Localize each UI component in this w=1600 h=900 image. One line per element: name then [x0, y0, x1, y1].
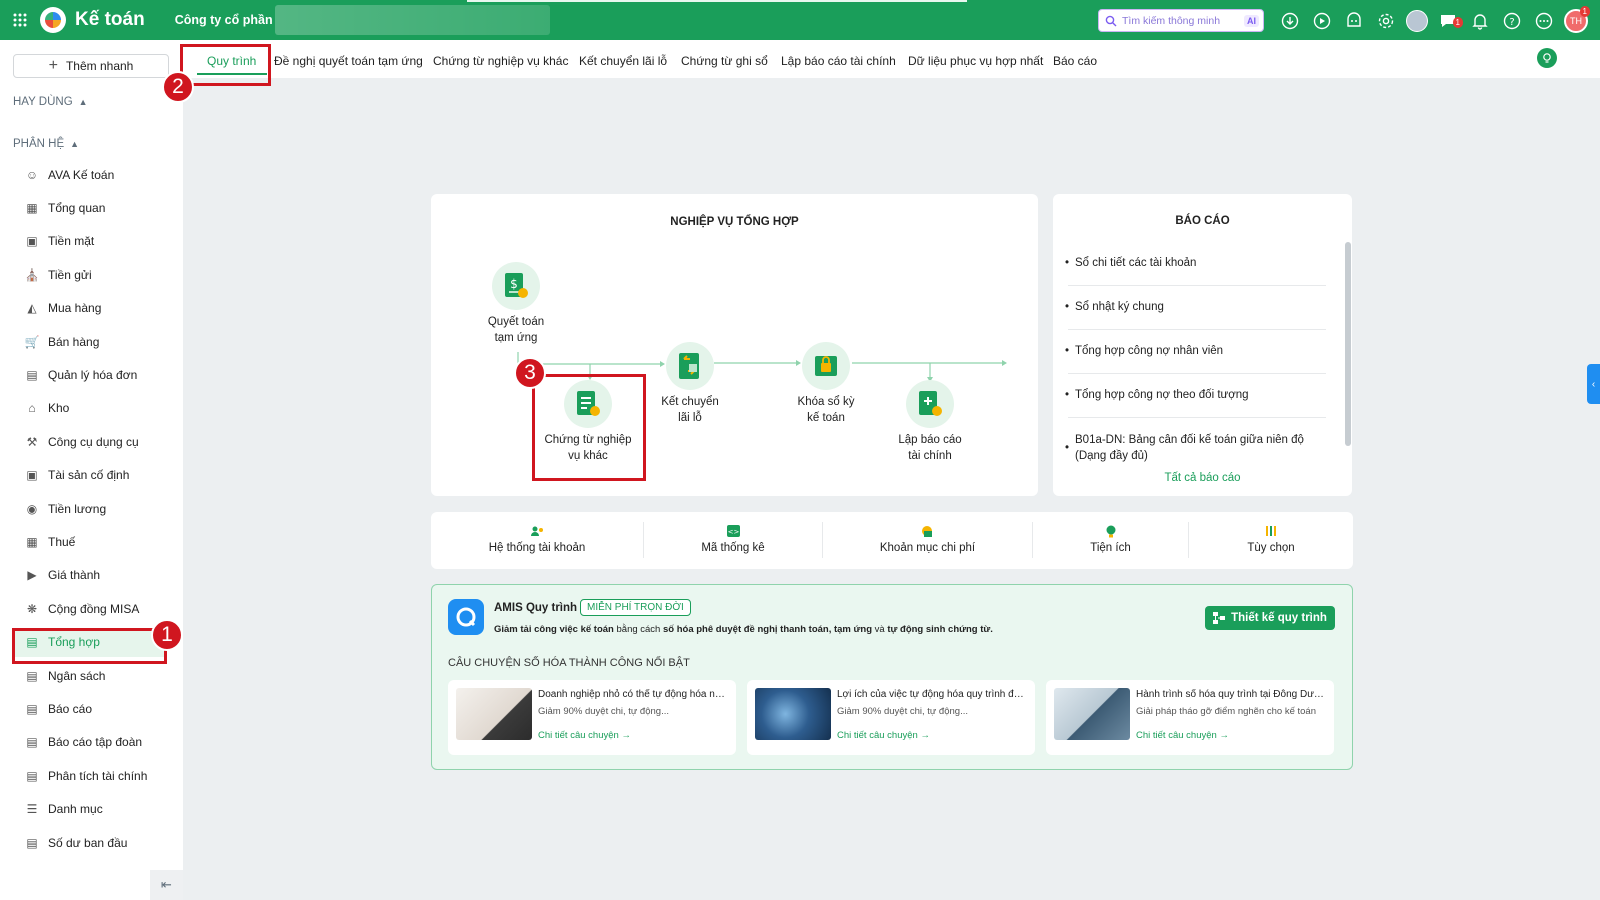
report-item-label: B01a-DN: Bảng cân đối kế toán giữa niên …	[1075, 434, 1304, 462]
stat-code-icon: <>	[726, 524, 740, 538]
settle-advance-doc-icon: $	[492, 262, 540, 310]
free-forever-badge: MIỄN PHÍ TRỌN ĐỜI	[580, 599, 691, 616]
divider	[1068, 329, 1326, 330]
utility-options[interactable]: Tùy chọn	[1189, 510, 1353, 570]
all-reports-link[interactable]: Tất cả báo cáo	[1053, 472, 1352, 484]
story-desc: Giảm 90% duyệt chi, tự động...	[837, 706, 968, 717]
promo-desc-text-1: bằng cách	[613, 624, 663, 635]
lock-book-icon	[802, 342, 850, 390]
utility-label: Khoản mục chi phí	[879, 542, 976, 554]
story-card[interactable]: Doanh nghiệp nhỏ có thể tự động hóa nhữ.…	[448, 680, 736, 755]
story-link-label: Chi tiết câu chuyện	[837, 730, 918, 741]
utility-label: Tiện ích	[1090, 542, 1131, 554]
story-link[interactable]: Chi tiết câu chuyện →	[538, 730, 631, 741]
annotation-box-2	[180, 44, 271, 86]
report-item-label: Tổng hợp công nợ nhân viên	[1075, 345, 1224, 357]
annotation-step-2: 2	[162, 71, 194, 103]
report-item[interactable]: • Tổng hợp công nợ nhân viên	[1065, 345, 1330, 357]
expand-right-panel-handle[interactable]: ‹	[1587, 364, 1600, 404]
story-title: Lợi ích của việc tự động hóa quy trình đ…	[837, 689, 1029, 700]
divider	[1068, 417, 1326, 418]
promo-description: Giảm tải công việc kế toán bằng cách số …	[494, 624, 993, 635]
divider	[1068, 373, 1326, 374]
node-financial-report-label: Lập báo cáo tài chính	[898, 434, 962, 462]
design-workflow-label: Thiết kế quy trình	[1231, 612, 1327, 624]
report-item-label: Tổng hợp công nợ theo đối tượng	[1075, 389, 1249, 401]
story-link[interactable]: Chi tiết câu chuyện →	[1136, 730, 1229, 741]
reports-title: BÁO CÁO	[1175, 215, 1230, 227]
node-settle-advance[interactable]: $ Quyết toán tạm ứng	[486, 262, 546, 346]
node-transfer-pl[interactable]: Kết chuyển lãi lỗ	[654, 342, 726, 426]
annotation-box-1	[12, 628, 167, 664]
story-thumbnail	[1054, 688, 1130, 740]
utility-label: Hệ thống tài khoản	[488, 542, 586, 554]
utility-bulb-icon	[1104, 524, 1118, 538]
report-item-label: Sổ chi tiết các tài khoản	[1075, 257, 1197, 269]
story-link[interactable]: Chi tiết câu chuyện →	[837, 730, 930, 741]
account-system-icon	[530, 524, 544, 538]
story-thumbnail	[755, 688, 831, 740]
workflow-diagram-icon	[1213, 612, 1226, 624]
annotation-step-3: 3	[514, 357, 546, 389]
report-item[interactable]: • B01a-DN: Bảng cân đối kế toán giữa niên…	[1065, 432, 1330, 464]
story-desc: Giảm 90% duyệt chi, tự động...	[538, 706, 669, 717]
utility-cost-item[interactable]: Khoản mục chi phí	[823, 510, 1032, 570]
options-sliders-icon	[1264, 524, 1278, 538]
stories-title: CÂU CHUYỆN SỐ HÓA THÀNH CÔNG NỔI BẬT	[448, 657, 690, 669]
node-financial-report[interactable]: Lập báo cáo tài chính	[894, 380, 966, 464]
story-thumbnail	[456, 688, 532, 740]
divider	[1068, 285, 1326, 286]
story-desc: Giải pháp tháo gỡ điểm nghẽn cho kế toán	[1136, 706, 1316, 717]
utility-tools[interactable]: Tiện ích	[1033, 510, 1188, 570]
promo-desc-bold-2: số hóa phê duyệt đề nghị thanh toán, tạm…	[662, 624, 873, 635]
utility-account-system[interactable]: Hệ thống tài khoản	[431, 510, 643, 570]
story-card[interactable]: Hành trình số hóa quy trình tại Đông Dươ…	[1046, 680, 1334, 755]
financial-report-icon	[906, 380, 954, 428]
promo-desc-bold-1: Giảm tải công việc kế toán	[494, 624, 614, 635]
story-title: Hành trình số hóa quy trình tại Đông Dươ…	[1136, 689, 1328, 700]
report-item-label: Sổ nhật ký chung	[1075, 301, 1164, 313]
utility-stat-code[interactable]: <> Mã thống kê	[644, 510, 822, 570]
transfer-pl-icon	[666, 342, 714, 390]
node-lock-period[interactable]: Khóa sổ kỳ kế toán	[790, 342, 862, 426]
amis-workflow-logo	[448, 599, 484, 635]
arrow-right-icon: →	[920, 730, 930, 741]
node-settle-advance-label: Quyết toán tạm ứng	[487, 316, 545, 344]
utility-label: Mã thống kê	[701, 542, 765, 554]
promo-product-name: AMIS Quy trình	[494, 602, 578, 614]
utility-label: Tùy chọn	[1247, 542, 1295, 554]
svg-text:$: $	[510, 277, 518, 291]
report-item[interactable]: • Sổ nhật ký chung	[1065, 301, 1330, 313]
report-item[interactable]: • Sổ chi tiết các tài khoản	[1065, 257, 1330, 269]
promo-desc-bold-3: tự động sinh chứng từ.	[887, 624, 993, 635]
node-lock-period-label: Khóa sổ kỳ kế toán	[797, 396, 855, 424]
story-link-label: Chi tiết câu chuyện	[538, 730, 619, 741]
annotation-box-3	[532, 374, 646, 481]
cost-item-icon	[921, 524, 935, 538]
promo-desc-text-2: và	[872, 624, 888, 635]
story-title: Doanh nghiệp nhỏ có thể tự động hóa nhữ.…	[538, 689, 730, 700]
annotation-step-1: 1	[151, 619, 183, 651]
report-item[interactable]: • Tổng hợp công nợ theo đối tượng	[1065, 389, 1330, 401]
arrow-right-icon: →	[1219, 730, 1229, 741]
reports-scrollbar[interactable]	[1345, 242, 1351, 446]
svg-text:<>: <>	[727, 528, 739, 536]
arrow-right-icon: →	[621, 730, 631, 741]
design-workflow-button[interactable]: Thiết kế quy trình	[1205, 606, 1335, 630]
story-card[interactable]: Lợi ích của việc tự động hóa quy trình đ…	[747, 680, 1035, 755]
story-link-label: Chi tiết câu chuyện	[1136, 730, 1217, 741]
node-transfer-pl-label: Kết chuyển lãi lỗ	[661, 396, 719, 424]
